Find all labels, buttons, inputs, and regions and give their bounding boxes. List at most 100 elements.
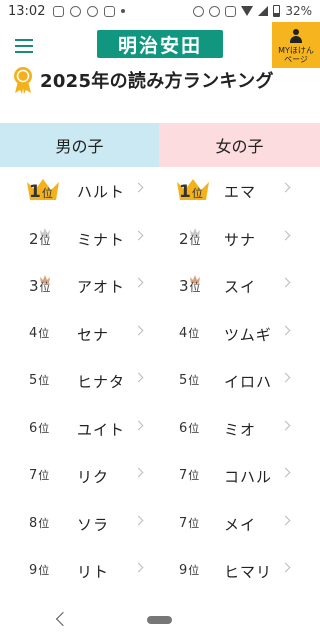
girl-ranking-item[interactable]: 4 位 ツムギ <box>160 310 320 358</box>
girl-ranking-item[interactable]: 3 位 スイ <box>160 262 320 310</box>
rank-value: 7 <box>179 468 188 483</box>
chevron-right-icon <box>133 325 144 335</box>
rank-number: 3位 <box>179 262 201 310</box>
name-reading: セナ <box>77 325 110 344</box>
rank-number: 2位 <box>29 215 51 263</box>
girl-ranking-item[interactable]: 7 位 メイ <box>160 500 320 548</box>
chevron-right-icon <box>280 325 291 335</box>
nfc-icon <box>193 5 205 17</box>
rank-value: 6 <box>29 420 38 436</box>
rank-value: 6 <box>179 420 188 436</box>
rank-suffix: 位 <box>41 187 53 200</box>
brand-logo-text: 明治安田 <box>117 34 202 57</box>
rank-value: 4 <box>29 325 38 341</box>
rank-number: 6位 <box>179 405 199 453</box>
rank-value: 7 <box>179 515 188 531</box>
girl-ranking-item[interactable]: 7 位 コハル <box>160 452 320 500</box>
boy-ranking-item[interactable]: 9 位 リト <box>0 547 160 595</box>
back-icon[interactable] <box>55 611 71 627</box>
app-notification-icon <box>87 5 99 17</box>
rank-number: 7位 <box>179 500 199 548</box>
rank-value: 2 <box>29 229 39 248</box>
chevron-right-icon <box>280 182 291 193</box>
name-reading: イロハ <box>224 373 273 392</box>
chevron-right-icon <box>133 467 144 478</box>
game-icon <box>104 5 116 17</box>
name-reading: ハルト <box>77 183 126 202</box>
name-reading: サナ <box>224 230 257 249</box>
chevron-right-icon <box>280 230 291 240</box>
rank-number: 1位 <box>179 167 203 215</box>
boy-ranking-item[interactable]: 6 位 ユイト <box>0 405 160 453</box>
home-pill-button[interactable] <box>147 616 172 624</box>
name-reading: ツムギ <box>224 325 272 344</box>
chevron-right-icon <box>133 182 144 193</box>
rank-number: 7位 <box>29 452 49 500</box>
brand-logo[interactable]: 明治安田 <box>97 30 223 58</box>
rank-number: 3位 <box>29 262 51 310</box>
rank-number: 8位 <box>29 500 49 548</box>
boy-ranking-item[interactable]: 7 位 リク <box>0 452 160 500</box>
name-reading: ヒマリ <box>224 563 273 582</box>
rank-value: 2 <box>179 229 189 248</box>
name-reading: ユイト <box>77 420 126 439</box>
rank-value: 7 <box>29 468 38 483</box>
alarm-icon <box>209 5 221 17</box>
page-title: 2025年の読み方ランキング <box>40 71 274 92</box>
boy-ranking-item[interactable]: 8 位 ソラ <box>0 500 160 548</box>
rank-suffix: 位 <box>188 516 200 530</box>
ranking-row: 7 位リク 7 位コハル <box>0 452 320 500</box>
tab-boys[interactable]: 男の子 <box>0 123 159 167</box>
chevron-right-icon <box>280 420 291 430</box>
rank-number: 4位 <box>179 310 199 358</box>
rank-suffix: 位 <box>188 326 200 340</box>
rank-suffix: 位 <box>39 281 51 294</box>
rank-suffix: 位 <box>189 281 201 294</box>
rank-number: 2位 <box>179 215 201 263</box>
ranking-row: 8 位 ソラ 7 位 メイ <box>0 500 320 548</box>
girl-ranking-item[interactable]: 2 位 サナ <box>160 215 320 263</box>
girl-ranking-item[interactable]: 9 位 ヒマリ <box>160 547 320 595</box>
rank-number: 4位 <box>29 310 49 358</box>
name-reading: リク <box>77 468 110 487</box>
ranking-row: 3 位アオト 3 位スイ <box>0 262 320 310</box>
rank-number: 6位 <box>29 405 49 453</box>
name-reading: エマ <box>224 183 257 202</box>
ranking-row: 1 位 ハルト 1 位 エマ <box>0 167 320 215</box>
battery-icon <box>273 5 281 17</box>
rank-suffix: 位 <box>38 469 50 482</box>
rank-number: 9位 <box>179 547 199 595</box>
rank-number: 5位 <box>29 357 49 405</box>
rank-suffix: 位 <box>38 421 50 435</box>
name-reading: スイ <box>224 278 257 297</box>
girl-ranking-item[interactable]: 6 位 ミオ <box>160 405 320 453</box>
rank-suffix: 位 <box>188 421 200 435</box>
rank-number: 1位 <box>29 167 53 215</box>
name-reading: ミオ <box>224 420 257 439</box>
rank-value: 3 <box>29 277 39 295</box>
rank-value: 4 <box>179 325 188 341</box>
boy-ranking-item[interactable]: 5 位 ヒナタ <box>0 357 160 405</box>
ranking-row: 6 位ユイト 6 位ミオ <box>0 405 320 453</box>
boy-ranking-item[interactable]: 1 位 ハルト <box>0 167 160 215</box>
chevron-right-icon <box>133 372 144 383</box>
person-icon <box>289 29 303 44</box>
ranking-list: 1 位ハルト 1 位エマ 2 位ミナト 2 位サナ 3 位アオト 3 位スイ 4 位セナ 4 位ツムギ 5 位ヒナ… <box>0 167 320 595</box>
tab-girls[interactable]: 女の子 <box>159 123 320 167</box>
rank-value: 9 <box>179 563 188 578</box>
rank-suffix: 位 <box>39 233 51 247</box>
boy-ranking-item[interactable]: 4 位 セナ <box>0 310 160 358</box>
boy-ranking-item[interactable]: 2 位 ミナト <box>0 215 160 263</box>
girl-ranking-item[interactable]: 1 位 エマ <box>160 167 320 215</box>
boy-ranking-item[interactable]: 3 位 アオト <box>0 262 160 310</box>
girl-ranking-item[interactable]: 5 位 イロハ <box>160 357 320 405</box>
name-reading: ソラ <box>77 515 110 534</box>
ranking-row: 4 位セナ 4 位ツムギ <box>0 310 320 358</box>
rank-suffix: 位 <box>188 469 200 482</box>
rank-suffix: 位 <box>188 564 200 577</box>
hamburger-icon[interactable] <box>15 39 33 53</box>
ranking-row: 2 位ミナト 2 位サナ <box>0 215 320 263</box>
name-reading: メイ <box>224 515 257 534</box>
chevron-right-icon <box>133 420 144 430</box>
system-nav-bar <box>0 604 320 640</box>
